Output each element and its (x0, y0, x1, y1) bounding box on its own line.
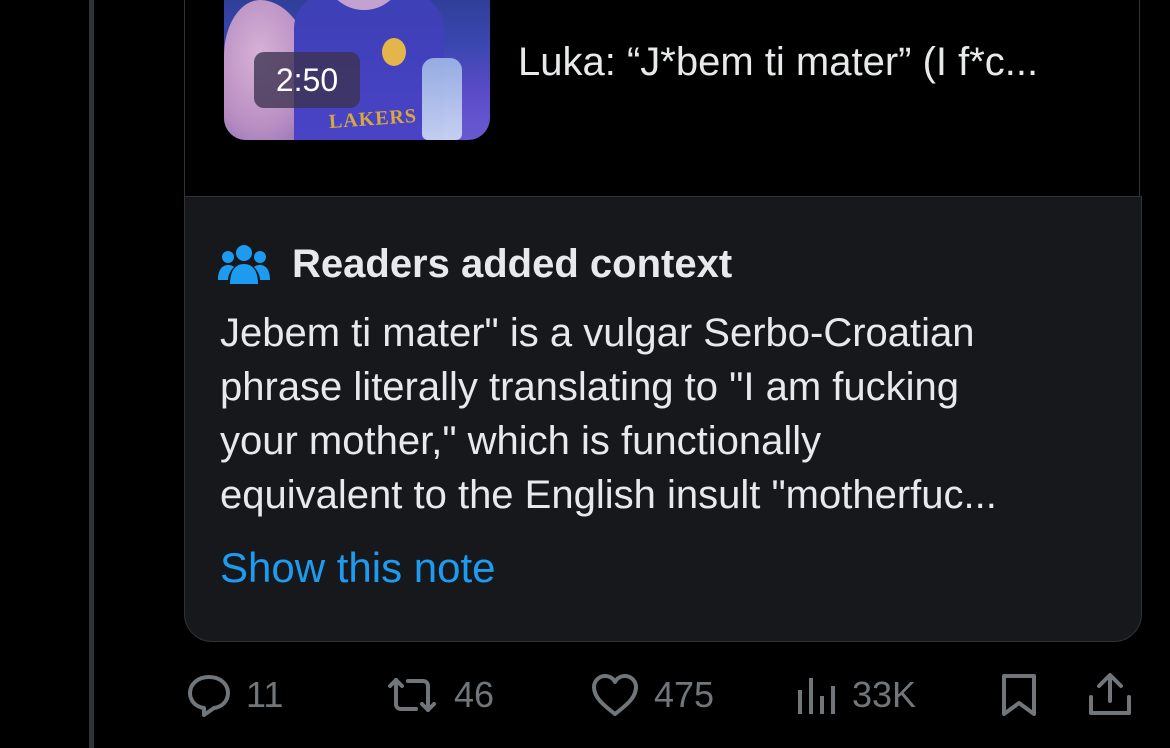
tweet-view: LAKERS 2:50 Luka: “J*bem ti mater” (I f*… (0, 0, 1170, 748)
note-body-line: your mother," which is functionally (220, 419, 822, 463)
bookmark-button[interactable] (998, 660, 1040, 730)
thumbnail-jersey-badge (382, 38, 406, 66)
action-bar: 11 46 475 33K (0, 660, 1170, 730)
share-icon (1089, 673, 1131, 715)
share-button[interactable] (1086, 660, 1134, 730)
reply-button[interactable]: 11 (186, 660, 283, 730)
thumbnail-bottle (422, 58, 462, 140)
views-icon (798, 678, 835, 714)
video-duration-badge: 2:50 (254, 52, 360, 108)
like-count: 475 (654, 674, 715, 715)
repost-count: 46 (454, 674, 495, 715)
note-body-line: equivalent to the English insult "mother… (220, 473, 997, 517)
note-body-line: phrase literally translating to "I am fu… (220, 365, 959, 409)
reply-count: 11 (246, 674, 284, 715)
media-title[interactable]: Luka: “J*bem ti mater” (I f*c... (518, 40, 1118, 85)
like-button[interactable]: 475 (590, 660, 714, 730)
note-body-line: Jebem ti mater" is a vulgar Serbo-Croati… (220, 311, 975, 355)
thread-line (89, 0, 94, 748)
repost-icon (388, 678, 436, 712)
note-body: Jebem ti mater" is a vulgar Serbo-Croati… (220, 306, 1120, 522)
views-button[interactable]: 33K (796, 660, 916, 730)
views-count: 33K (852, 674, 917, 715)
repost-button[interactable]: 46 (384, 660, 494, 730)
note-header: Readers added context (218, 240, 732, 288)
reply-icon (188, 675, 230, 717)
show-note-link[interactable]: Show this note (220, 544, 496, 592)
people-icon (218, 245, 270, 284)
bookmark-icon (1002, 674, 1036, 716)
note-title: Readers added context (292, 241, 733, 286)
heart-icon (592, 674, 638, 716)
